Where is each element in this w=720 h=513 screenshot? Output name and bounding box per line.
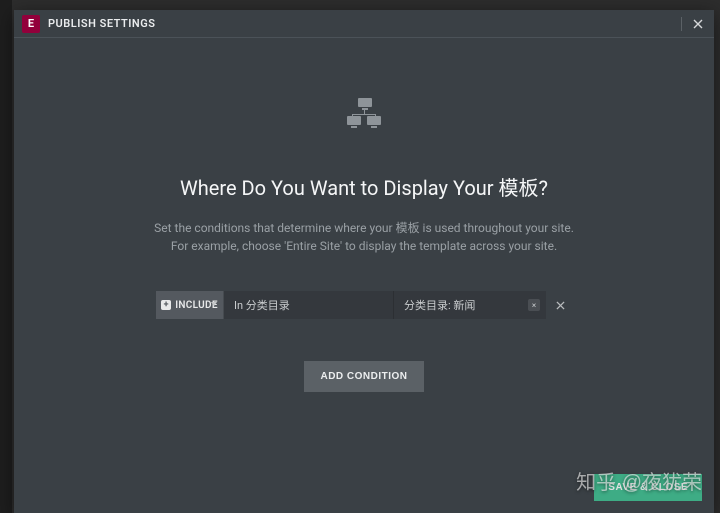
close-button[interactable] (688, 14, 708, 34)
header-actions (681, 10, 708, 37)
add-condition-button[interactable]: ADD CONDITION (304, 361, 423, 392)
condition-scope-select[interactable]: In 分类目录 (224, 291, 394, 319)
modal-header: E PUBLISH SETTINGS (14, 10, 714, 38)
subtext-line-2: For example, choose 'Entire Site' to dis… (171, 237, 557, 255)
condition-value-text: 分类目录: 新闻 (404, 297, 475, 313)
subtext-line-1: Set the conditions that determine where … (154, 219, 574, 237)
condition-scope-value: In 分类目录 (234, 297, 290, 313)
elementor-icon: E (22, 15, 40, 33)
header-divider (681, 17, 682, 31)
publish-settings-modal: E PUBLISH SETTINGS Where Do You Want to … (14, 10, 714, 513)
save-and-close-button[interactable]: SAVE & CLOSE (594, 474, 702, 501)
modal-title: PUBLISH SETTINGS (48, 17, 155, 30)
condition-row: + INCLUDE In 分类目录 分类目录: 新闻 × (156, 291, 572, 319)
close-icon (556, 301, 565, 310)
remove-condition-button[interactable] (548, 291, 572, 319)
include-mode-select[interactable]: + INCLUDE (156, 291, 224, 319)
condition-value-select[interactable]: 分类目录: 新闻 × (394, 291, 546, 319)
include-icon: + (161, 300, 171, 310)
clear-value-button[interactable]: × (528, 299, 540, 311)
headline: Where Do You Want to Display Your 模板? (180, 172, 548, 201)
modal-body: Where Do You Want to Display Your 模板? Se… (14, 38, 714, 513)
site-structure-icon (347, 98, 381, 132)
chevron-down-icon (211, 302, 217, 306)
close-icon (693, 19, 703, 29)
sidebar-ghost (0, 0, 12, 513)
